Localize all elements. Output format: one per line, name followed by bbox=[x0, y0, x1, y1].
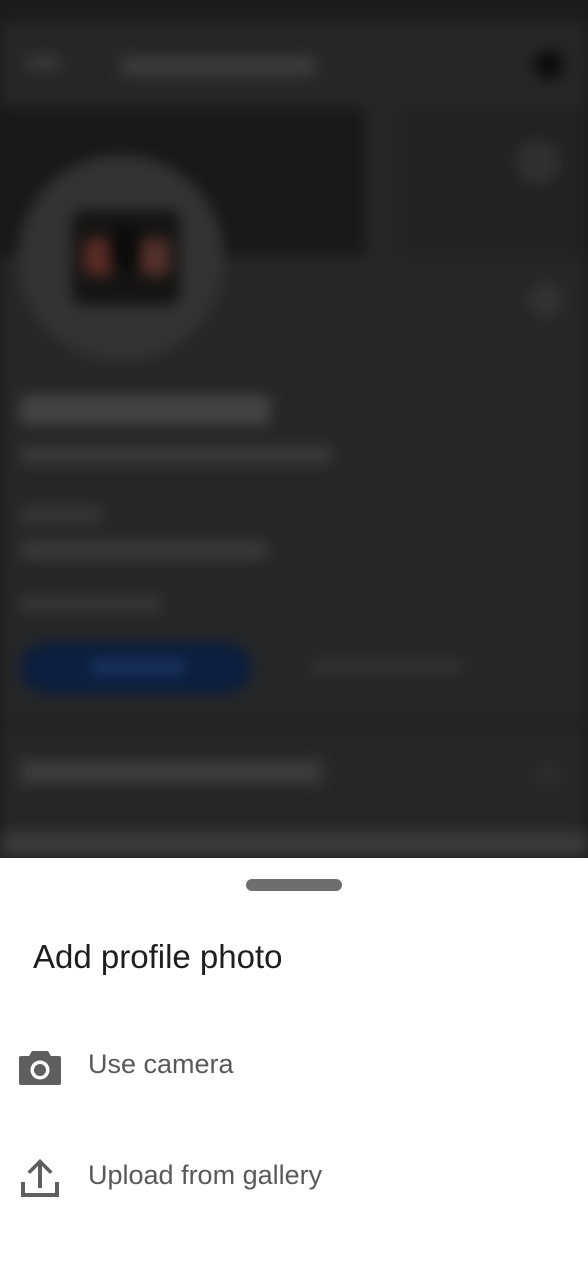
upload-from-gallery-label: Upload from gallery bbox=[88, 1160, 323, 1190]
secondary-action-placeholder bbox=[312, 660, 462, 674]
avatar-photo-detail bbox=[110, 228, 140, 272]
profile-name-placeholder bbox=[20, 395, 270, 425]
sheet-title: Add profile photo bbox=[33, 938, 283, 975]
profile-connections-placeholder bbox=[20, 596, 162, 612]
section-heading-placeholder bbox=[20, 760, 322, 784]
blurred-profile-background[interactable] bbox=[0, 0, 588, 858]
back-arrow-icon bbox=[26, 56, 60, 70]
divider bbox=[0, 722, 588, 726]
status-bar bbox=[0, 0, 588, 22]
drag-handle[interactable] bbox=[246, 879, 342, 891]
screen: Add profile photo Use camera Upload from… bbox=[0, 0, 588, 1280]
topbar-menu-icon bbox=[534, 50, 564, 80]
avatar-photo-detail bbox=[140, 238, 170, 276]
profile-location-placeholder bbox=[20, 507, 102, 523]
profile-headline-placeholder bbox=[20, 446, 332, 464]
profile-details-placeholder bbox=[20, 541, 268, 559]
cover-image-right bbox=[400, 108, 588, 256]
pencil-icon bbox=[523, 278, 567, 322]
section-arrow-icon bbox=[534, 762, 560, 788]
add-photo-bottom-sheet: Add profile photo Use camera Upload from… bbox=[0, 858, 588, 1280]
upload-from-gallery-option[interactable]: Upload from gallery bbox=[0, 1132, 588, 1222]
primary-action-label-placeholder bbox=[90, 660, 186, 674]
use-camera-option[interactable]: Use camera bbox=[0, 1021, 588, 1111]
camera-icon bbox=[18, 1047, 62, 1087]
use-camera-label: Use camera bbox=[88, 1049, 234, 1079]
topbar-title bbox=[120, 56, 316, 76]
bottom-strip bbox=[0, 832, 588, 858]
upload-icon bbox=[18, 1158, 62, 1198]
camera-edit-icon bbox=[516, 140, 560, 184]
